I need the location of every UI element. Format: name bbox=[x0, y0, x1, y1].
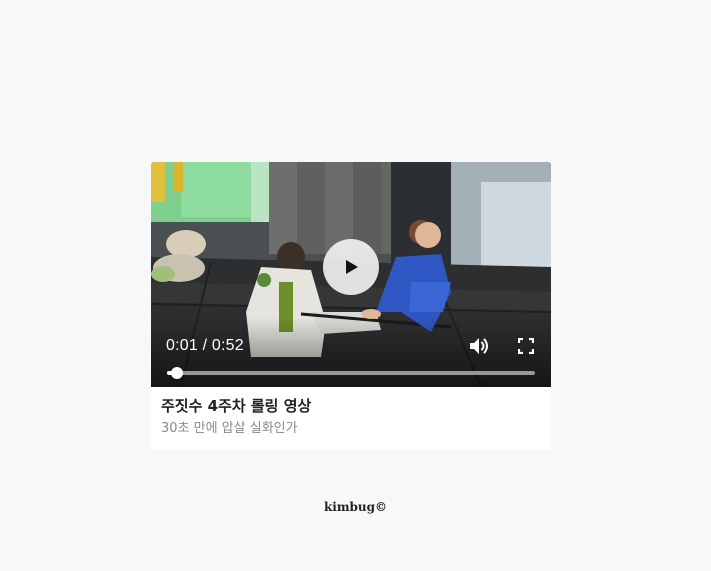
fullscreen-icon bbox=[517, 337, 535, 355]
current-time: 0:01 bbox=[166, 337, 198, 354]
video-info: 주짓수 4주차 롤링 영상 30초 만에 압살 실화인가 bbox=[151, 387, 551, 438]
duration: 0:52 bbox=[211, 337, 244, 354]
video-player[interactable]: 0:01 / 0:52 bbox=[151, 162, 551, 387]
volume-button[interactable] bbox=[468, 335, 490, 357]
play-icon bbox=[346, 260, 358, 274]
volume-icon bbox=[470, 338, 488, 354]
play-button[interactable] bbox=[323, 239, 379, 295]
footer-copyright: kimbug© bbox=[323, 500, 388, 514]
page: 0:01 / 0:52 주짓수 4주차 롤링 영상 30초 만에 압살 실화인가… bbox=[0, 0, 711, 571]
video-subtitle: 30초 만에 압살 실화인가 bbox=[161, 421, 298, 436]
time-display: 0:01 / 0:52 bbox=[166, 337, 244, 355]
fullscreen-button[interactable] bbox=[517, 337, 535, 355]
seek-bar-handle[interactable] bbox=[170, 367, 183, 379]
seek-bar[interactable] bbox=[167, 367, 535, 379]
time-separator: / bbox=[197, 337, 212, 354]
video-card: 0:01 / 0:52 주짓수 4주차 롤링 영상 30초 만에 압살 실화인가 bbox=[151, 162, 551, 450]
video-title: 주짓수 4주차 롤링 영상 bbox=[161, 397, 312, 415]
